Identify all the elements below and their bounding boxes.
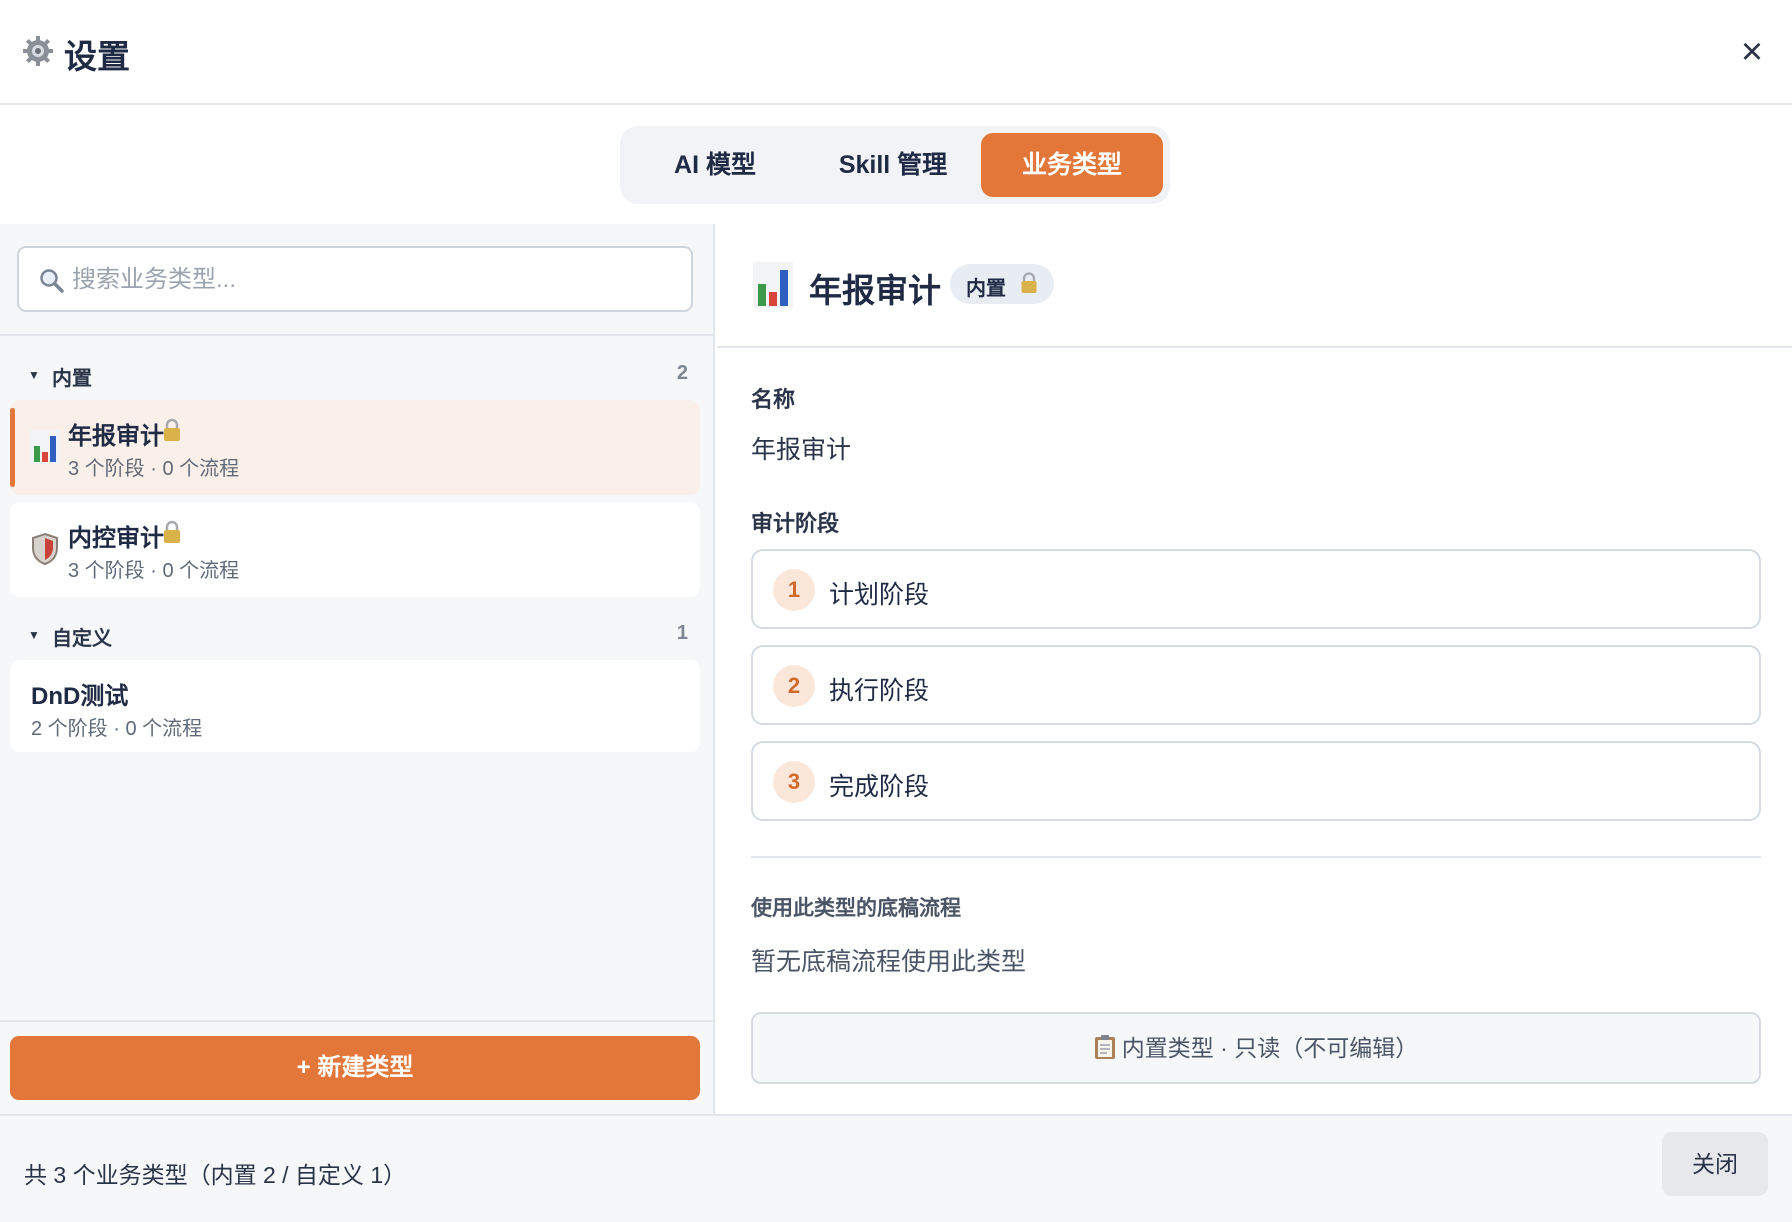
stages-label: 审计阶段 (751, 511, 840, 536)
stage-number: 2 (773, 665, 815, 707)
group-name: 内置 (52, 368, 92, 390)
lock-icon (164, 520, 180, 543)
stage-item: 3 完成阶段 (751, 741, 1761, 821)
item-name: 年报审计 (68, 423, 164, 450)
group-header-builtin[interactable]: ▼ 内置 2 (28, 362, 688, 392)
item-name: DnD测试 (31, 683, 129, 710)
builtin-badge: 内置 (950, 264, 1054, 304)
flows-empty-text: 暂无底稿流程使用此类型 (751, 948, 1027, 976)
search-icon (40, 269, 64, 293)
stage-name: 计划阶段 (829, 581, 930, 609)
group-count: 2 (676, 362, 688, 384)
stage-number: 1 (773, 569, 815, 611)
search-input[interactable] (72, 258, 672, 302)
close-icon[interactable]: × (1734, 33, 1770, 71)
business-type-sidebar: ▼ 内置 2 年报审计 3 个阶段 · 0 个流程 内控审计 3 个阶段 · 0… (0, 224, 715, 1114)
detail-title: 年报审计 (809, 272, 941, 309)
list-item-annual-audit[interactable]: 年报审计 3 个阶段 · 0 个流程 (10, 400, 700, 495)
settings-tabs: AI 模型 Skill 管理 业务类型 (620, 126, 1170, 204)
summary-text: 共 3 个业务类型（内置 2 / 自定义 1） (24, 1162, 407, 1188)
clipboard-icon (1094, 1035, 1115, 1059)
bar-chart-icon (30, 430, 60, 464)
stage-item: 1 计划阶段 (751, 549, 1761, 629)
search-box (17, 246, 693, 312)
group-header-custom[interactable]: ▼ 自定义 1 (28, 622, 688, 652)
lock-icon (164, 418, 180, 441)
group-count: 1 (676, 622, 688, 644)
list-item-internal-control-audit[interactable]: 内控审计 3 个阶段 · 0 个流程 (10, 502, 700, 597)
name-label: 名称 (751, 387, 796, 412)
divider (751, 856, 1761, 858)
group-name: 自定义 (52, 628, 112, 650)
lock-icon (1021, 272, 1037, 293)
stage-name: 完成阶段 (829, 773, 930, 801)
flows-label: 使用此类型的底稿流程 (751, 897, 961, 920)
tab-skill-management[interactable]: Skill 管理 (800, 133, 986, 197)
tab-ai-model[interactable]: AI 模型 (630, 133, 800, 197)
item-name: 内控审计 (68, 525, 164, 552)
caret-down-icon: ▼ (28, 628, 40, 642)
stage-item: 2 执行阶段 (751, 645, 1761, 725)
divider (0, 1020, 715, 1022)
tab-business-type[interactable]: 业务类型 (981, 133, 1163, 197)
list-item-dnd-test[interactable]: DnD测试 2 个阶段 · 0 个流程 (10, 660, 700, 752)
divider (717, 346, 1792, 348)
bar-chart-icon (753, 262, 793, 308)
shield-icon (32, 532, 58, 566)
readonly-notice: 内置类型 · 只读（不可编辑） (751, 1012, 1761, 1084)
close-button[interactable]: 关闭 (1662, 1132, 1768, 1196)
item-meta: 3 个阶段 · 0 个流程 (68, 560, 240, 582)
dialog-footer: 共 3 个业务类型（内置 2 / 自定义 1） 关闭 (0, 1114, 1792, 1222)
badge-label: 内置 (966, 278, 1006, 300)
new-type-button[interactable]: + 新建类型 (10, 1036, 700, 1100)
stage-number: 3 (773, 761, 815, 803)
dialog-title: 设置 (64, 38, 130, 75)
divider (0, 334, 715, 336)
item-meta: 3 个阶段 · 0 个流程 (68, 458, 240, 480)
stage-name: 执行阶段 (829, 677, 930, 705)
business-type-detail: 年报审计 内置 名称 年报审计 审计阶段 1 计划阶段 2 执行阶段 3 完成阶… (717, 224, 1792, 1114)
name-value: 年报审计 (751, 436, 852, 464)
item-meta: 2 个阶段 · 0 个流程 (31, 718, 203, 740)
readonly-text: 内置类型 · 只读（不可编辑） (1121, 1035, 1419, 1061)
caret-down-icon: ▼ (28, 368, 40, 382)
dialog-header: 设置 × (0, 0, 1792, 105)
gear-icon (23, 36, 53, 66)
